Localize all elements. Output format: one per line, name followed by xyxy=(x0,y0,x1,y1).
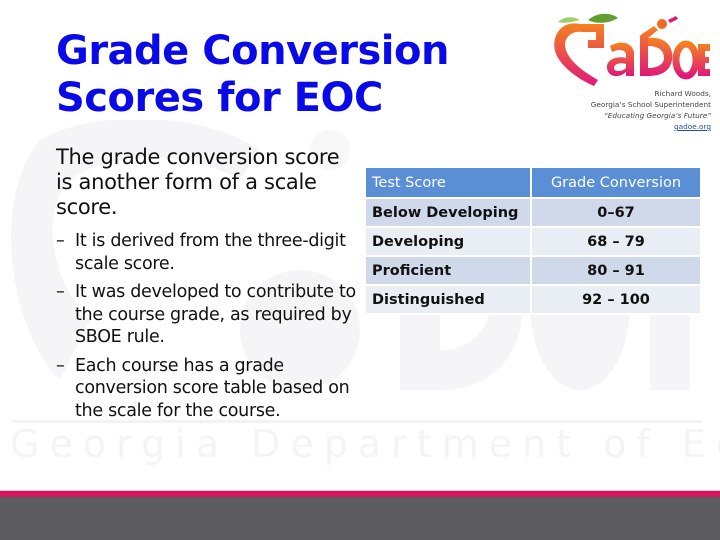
table-row: Proficient 80 – 91 xyxy=(366,257,700,286)
bullet-list: – It is derived from the three-digit sca… xyxy=(56,230,356,422)
header-grade-conversion: Grade Conversion xyxy=(532,168,700,199)
watermark-text: Georgia Department of Education xyxy=(10,422,720,466)
gadoe-logo-icon xyxy=(554,13,710,87)
table-row: Distinguished 92 – 100 xyxy=(366,286,700,315)
bullet-item: – It was developed to contribute to the … xyxy=(56,281,356,349)
gadoe-logo: Richard Woods, Georgia’s School Superint… xyxy=(545,8,715,133)
grade-conversion-cell: 0–67 xyxy=(532,199,700,228)
bullet-text: Each course has a grade conversion score… xyxy=(75,355,350,421)
grade-conversion-cell: 80 – 91 xyxy=(532,257,700,286)
dash-bullet-icon: – xyxy=(56,282,65,302)
logo-tagline: “Educating Georgia’s Future” xyxy=(603,111,711,120)
table-row: Developing 68 – 79 xyxy=(366,228,700,257)
bullet-text: It is derived from the three-digit scale… xyxy=(75,231,346,274)
slide-title: Grade Conversion Scores for EOC xyxy=(56,28,516,122)
grade-conversion-table: Test Score Grade Conversion Below Develo… xyxy=(366,168,700,315)
bullet-item: – It is derived from the three-digit sca… xyxy=(56,230,356,275)
test-score-cell: Proficient xyxy=(366,257,532,286)
logo-caption: Richard Woods, Georgia’s School Superint… xyxy=(591,88,711,132)
title-line-2: Scores for EOC xyxy=(56,75,383,121)
superintendent-role: Georgia’s School Superintendent xyxy=(590,100,711,109)
superintendent-name: Richard Woods, xyxy=(654,89,712,98)
test-score-cell: Developing xyxy=(366,228,532,257)
test-score-cell: Distinguished xyxy=(366,286,532,315)
dash-bullet-icon: – xyxy=(56,231,65,251)
body-content: The grade conversion score is another fo… xyxy=(56,145,356,428)
dash-bullet-icon: – xyxy=(56,355,65,376)
table-header-row: Test Score Grade Conversion xyxy=(366,168,700,199)
lead-text: The grade conversion score is another fo… xyxy=(56,145,340,219)
title-line-1: Grade Conversion xyxy=(56,28,449,74)
table-row: Below Developing 0–67 xyxy=(366,199,700,228)
grade-conversion-cell: 68 – 79 xyxy=(532,228,700,257)
slide: Georgia Department of Education Grade Co… xyxy=(0,0,720,540)
footer-bar xyxy=(0,497,720,540)
grade-conversion-cell: 92 – 100 xyxy=(532,286,700,315)
bullet-item: – Each course has a grade conversion sco… xyxy=(56,355,356,423)
bullet-text: It was developed to contribute to the co… xyxy=(75,282,356,347)
header-test-score: Test Score xyxy=(366,168,532,199)
gadoe-link[interactable]: gadoe.org xyxy=(591,121,711,132)
test-score-cell: Below Developing xyxy=(366,199,532,228)
